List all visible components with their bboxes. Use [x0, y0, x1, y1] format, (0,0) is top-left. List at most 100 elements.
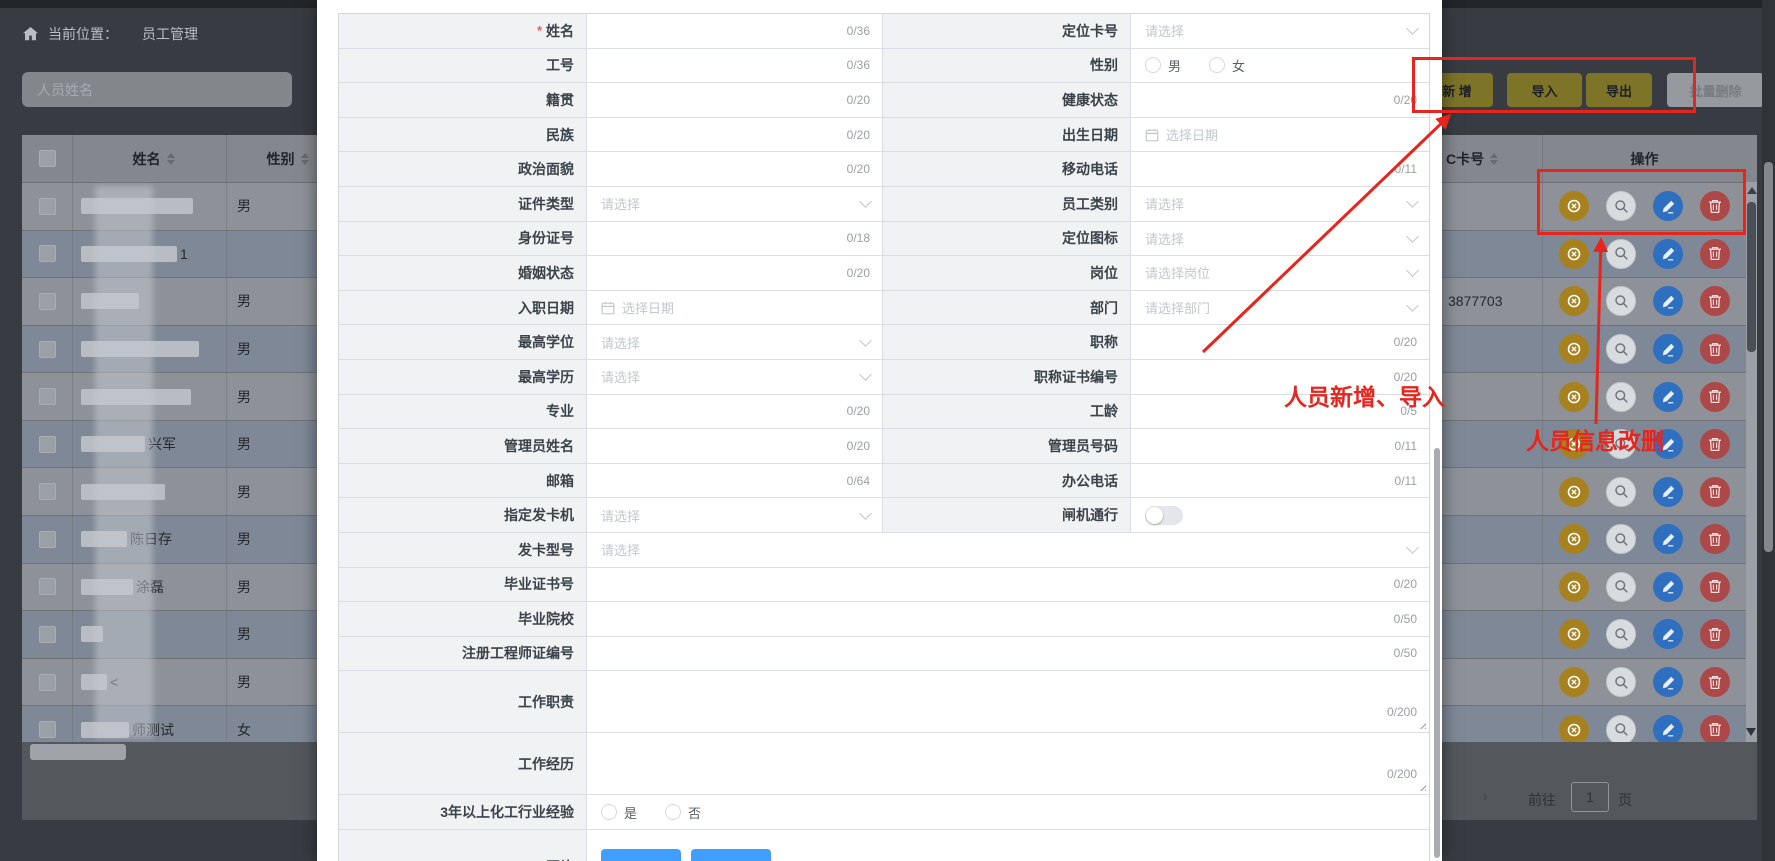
sort-icon[interactable]	[167, 153, 175, 165]
view-button[interactable]	[1606, 715, 1636, 743]
radio-button[interactable]	[601, 804, 617, 820]
textarea-field[interactable]: 0/200	[587, 733, 1429, 794]
row-checkbox[interactable]	[39, 626, 56, 643]
header-name[interactable]: 姓名	[73, 135, 227, 182]
radio-button[interactable]	[1145, 57, 1161, 73]
view-button[interactable]	[1606, 667, 1636, 697]
row-checkbox[interactable]	[39, 245, 56, 262]
text-field[interactable]: 0/20	[587, 152, 883, 186]
edit-button[interactable]	[1653, 524, 1683, 554]
pagination-next-button[interactable]: ›	[1483, 788, 1488, 804]
text-field[interactable]: 0/36	[587, 14, 883, 48]
select-field[interactable]: 请选择	[587, 498, 883, 532]
edit-button[interactable]	[1653, 382, 1683, 412]
row-checkbox[interactable]	[39, 578, 56, 595]
edit-button[interactable]	[1653, 477, 1683, 507]
text-field[interactable]: 0/18	[587, 222, 883, 256]
row-checkbox[interactable]	[39, 721, 56, 738]
delete-button[interactable]	[1700, 572, 1730, 602]
edit-button[interactable]	[1653, 334, 1683, 364]
edit-button[interactable]	[1653, 286, 1683, 316]
view-button[interactable]	[1606, 382, 1636, 412]
issue-card-button[interactable]	[1559, 382, 1589, 412]
text-field[interactable]: 0/20	[587, 568, 1429, 602]
view-button[interactable]	[1606, 191, 1636, 221]
row-checkbox[interactable]	[39, 293, 56, 310]
issue-card-button[interactable]	[1559, 286, 1589, 316]
table-scrollbar[interactable]	[1746, 182, 1757, 742]
text-field[interactable]: 0/64	[587, 464, 883, 498]
text-field[interactable]: 0/20	[587, 256, 883, 290]
radio-button[interactable]	[665, 804, 681, 820]
pagination-page-input[interactable]: 1	[1571, 782, 1609, 812]
select-field[interactable]: 请选择部门	[1131, 291, 1429, 325]
select-all-checkbox[interactable]	[39, 150, 56, 167]
date-field[interactable]: 选择日期	[587, 291, 883, 325]
view-button[interactable]	[1606, 572, 1636, 602]
row-checkbox[interactable]	[39, 674, 56, 691]
view-button[interactable]	[1606, 477, 1636, 507]
text-field[interactable]: 0/11	[1131, 429, 1429, 463]
text-field[interactable]: 0/20	[587, 429, 883, 463]
view-button[interactable]	[1606, 239, 1636, 269]
delete-button[interactable]	[1700, 477, 1730, 507]
row-checkbox[interactable]	[39, 341, 56, 358]
resize-handle-icon[interactable]	[1417, 782, 1426, 791]
import-button[interactable]: 导入	[1507, 73, 1582, 107]
export-button[interactable]: 导出	[1586, 73, 1652, 107]
view-button[interactable]	[1606, 286, 1636, 316]
table-scrollbar-thumb[interactable]	[1747, 202, 1756, 352]
text-field[interactable]: 0/20	[1131, 325, 1429, 359]
delete-button[interactable]	[1700, 715, 1730, 743]
edit-button[interactable]	[1653, 429, 1683, 459]
select-field[interactable]: 请选择	[1131, 222, 1429, 256]
textarea-field[interactable]: 0/200	[587, 671, 1429, 732]
row-checkbox[interactable]	[39, 388, 56, 405]
row-checkbox[interactable]	[39, 483, 56, 500]
delete-button[interactable]	[1700, 286, 1730, 316]
select-field[interactable]: 请选择	[1131, 14, 1429, 48]
text-field[interactable]: 0/11	[1131, 152, 1429, 186]
select-field[interactable]: 请选择岗位	[1131, 256, 1429, 290]
toggle-switch[interactable]	[1145, 506, 1183, 525]
upload-auto-button[interactable]: 自动录取	[691, 849, 771, 861]
page-scrollbar-thumb[interactable]	[1764, 162, 1773, 552]
row-checkbox[interactable]	[39, 436, 56, 453]
radio-button[interactable]	[1209, 57, 1225, 73]
edit-button[interactable]	[1653, 667, 1683, 697]
issue-card-button[interactable]	[1559, 572, 1589, 602]
date-field[interactable]: 选择日期	[1131, 118, 1429, 152]
delete-button[interactable]	[1700, 429, 1730, 459]
issue-card-button[interactable]	[1559, 715, 1589, 743]
select-field[interactable]: 请选择	[587, 325, 883, 359]
issue-card-button[interactable]	[1559, 667, 1589, 697]
issue-card-button[interactable]	[1559, 239, 1589, 269]
modal-scrollbar-thumb[interactable]	[1434, 448, 1440, 858]
view-button[interactable]	[1606, 524, 1636, 554]
resize-handle-icon[interactable]	[1417, 720, 1426, 729]
text-field[interactable]: 0/20	[587, 395, 883, 429]
view-button[interactable]	[1606, 619, 1636, 649]
delete-button[interactable]	[1700, 524, 1730, 554]
issue-card-button[interactable]	[1559, 429, 1589, 459]
issue-card-button[interactable]	[1559, 524, 1589, 554]
text-field[interactable]: 0/5	[1131, 395, 1429, 429]
edit-button[interactable]	[1653, 715, 1683, 743]
issue-card-button[interactable]	[1559, 191, 1589, 221]
select-field[interactable]: 请选择	[587, 360, 883, 394]
header-card[interactable]: C卡号	[1442, 135, 1543, 182]
sort-icon[interactable]	[1490, 153, 1498, 165]
delete-button[interactable]	[1700, 382, 1730, 412]
select-field[interactable]: 请选择	[587, 533, 1429, 567]
sort-icon[interactable]	[301, 153, 309, 165]
scroll-up-icon[interactable]	[1747, 187, 1757, 194]
view-button[interactable]	[1606, 429, 1636, 459]
edit-button[interactable]	[1653, 572, 1683, 602]
scroll-down-icon[interactable]	[1746, 728, 1756, 736]
text-field[interactable]: 0/50	[587, 602, 1429, 636]
view-button[interactable]	[1606, 334, 1636, 364]
batch-delete-button[interactable]: 批量删除	[1667, 73, 1764, 107]
issue-card-button[interactable]	[1559, 334, 1589, 364]
delete-button[interactable]	[1700, 191, 1730, 221]
delete-button[interactable]	[1700, 667, 1730, 697]
